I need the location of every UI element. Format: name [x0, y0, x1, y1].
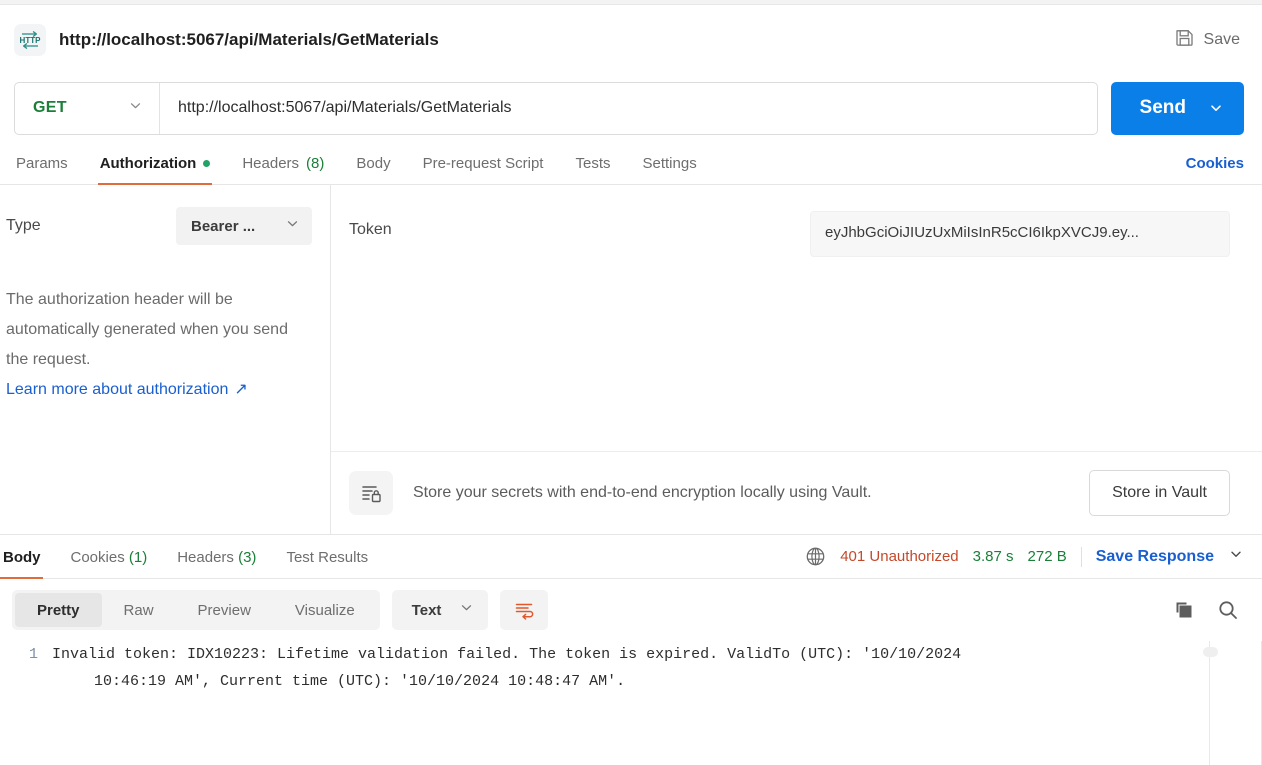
authorization-note-text: The authorization header will be automat… — [6, 291, 288, 368]
response-tab-headers-count: (3) — [238, 549, 257, 566]
vault-banner: Store your secrets with end-to-end encry… — [331, 452, 1262, 534]
response-body-toolbar: Pretty Raw Preview Visualize Text — [0, 579, 1262, 641]
view-visualize-button[interactable]: Visualize — [273, 593, 377, 627]
request-title-bar: HTTP http://localhost:5067/api/Materials… — [0, 5, 1262, 75]
token-row: Token eyJhbGciOiJIUzUxMiIsInR5cCI6IkpXVC… — [331, 185, 1262, 257]
line-number: 1 — [28, 646, 38, 663]
tab-headers-count: (8) — [306, 155, 325, 172]
vault-lock-icon — [349, 471, 393, 515]
chevron-down-icon — [459, 600, 474, 620]
view-pretty-button[interactable]: Pretty — [15, 593, 102, 627]
response-body-content[interactable]: Invalid token: IDX10223: Lifetime valida… — [52, 641, 1262, 765]
tab-headers-label: Headers — [242, 155, 300, 172]
response-tab-cookies[interactable]: Cookies (1) — [56, 549, 163, 578]
response-tabs: Body Cookies (1) Headers (3) Test Result… — [0, 535, 1262, 579]
url-bar: GET — [14, 81, 1098, 135]
url-bar-row: GET Send — [0, 75, 1262, 141]
response-view-segmented-control: Pretty Raw Preview Visualize — [12, 590, 380, 630]
url-input[interactable] — [160, 82, 1097, 134]
tab-pre-request-script-label: Pre-request Script — [422, 155, 544, 172]
meta-divider — [1080, 546, 1082, 567]
save-response-chevron-down-icon[interactable] — [1228, 546, 1244, 567]
authorization-active-dot-icon — [203, 160, 211, 167]
tab-body[interactable]: Body — [340, 155, 406, 184]
send-options-chevron-down-icon[interactable] — [1208, 100, 1240, 116]
response-tab-body-label: Body — [3, 549, 41, 566]
response-tab-cookies-count: (1) — [128, 549, 148, 566]
save-button-label: Save — [1203, 31, 1240, 48]
response-format-select[interactable]: Text — [391, 590, 489, 630]
authorization-type-pane: Type Bearer ... The authorization header… — [0, 185, 331, 534]
response-tab-test-results-label: Test Results — [286, 549, 369, 566]
vault-description: Store your secrets with end-to-end encry… — [413, 484, 872, 501]
view-raw-button[interactable]: Raw — [102, 593, 176, 627]
tab-authorization-label: Authorization — [99, 155, 197, 172]
copy-to-clipboard-button[interactable] — [1168, 594, 1200, 626]
chevron-down-icon — [285, 216, 300, 236]
tab-pre-request-script[interactable]: Pre-request Script — [407, 155, 560, 184]
response-body-line-1: Invalid token: IDX10223: Lifetime valida… — [52, 646, 962, 663]
response-tab-body[interactable]: Body — [0, 549, 56, 579]
send-button[interactable]: Send — [1111, 97, 1208, 119]
token-label: Token — [349, 221, 392, 238]
response-time: 3.87 s — [972, 548, 1014, 565]
request-tabs: Params Authorization Headers (8) Body Pr… — [0, 141, 1262, 185]
learn-more-label: Learn more about authorization — [6, 381, 229, 398]
view-preview-button[interactable]: Preview — [176, 593, 273, 627]
authorization-type-value: Bearer ... — [191, 217, 256, 235]
authorization-type-row: Type Bearer ... — [0, 207, 312, 245]
external-link-arrow-icon: ↗ — [234, 381, 248, 398]
send-button-group[interactable]: Send — [1110, 81, 1244, 135]
globe-icon[interactable] — [805, 546, 826, 567]
response-size: 272 B — [1027, 548, 1067, 565]
authorization-note: The authorization header will be automat… — [0, 285, 305, 405]
response-tab-headers[interactable]: Headers (3) — [162, 549, 271, 578]
token-input[interactable]: eyJhbGciOiJIUzUxMiIsInR5cCI6IkpXVCJ9.ey.… — [810, 211, 1230, 257]
word-wrap-toggle-button[interactable] — [500, 590, 549, 630]
tab-tests[interactable]: Tests — [559, 155, 626, 184]
tab-params[interactable]: Params — [0, 155, 84, 184]
line-number-gutter: 1 — [12, 641, 52, 765]
authorization-panel: Type Bearer ... The authorization header… — [0, 185, 1262, 535]
response-meta: 401 Unauthorized 3.87 s 272 B Save Respo… — [805, 546, 1244, 578]
response-tab-test-results[interactable]: Test Results — [271, 549, 383, 578]
http-method-label: GET — [33, 99, 67, 116]
tab-tests-label: Tests — [575, 155, 611, 172]
cookies-link[interactable]: Cookies — [1170, 155, 1244, 184]
tab-settings[interactable]: Settings — [627, 155, 713, 184]
response-status-code: 401 Unauthorized — [840, 548, 959, 565]
tab-authorization[interactable]: Authorization — [84, 155, 227, 185]
postman-request-window: HTTP http://localhost:5067/api/Materials… — [0, 0, 1262, 765]
response-tab-headers-label: Headers — [177, 549, 234, 566]
save-response-button[interactable]: Save Response — [1096, 548, 1214, 566]
tab-body-label: Body — [356, 155, 391, 172]
response-format-value: Text — [411, 601, 442, 619]
response-tab-cookies-label: Cookies — [70, 549, 125, 566]
vertical-scrollbar-thumb[interactable] — [1203, 647, 1218, 657]
http-method-select[interactable]: GET — [15, 82, 160, 134]
tab-headers[interactable]: Headers (8) — [226, 155, 340, 184]
authorization-type-label: Type — [6, 217, 41, 234]
authorization-type-select[interactable]: Bearer ... — [176, 207, 312, 245]
search-icon — [1219, 601, 1237, 619]
save-button[interactable]: Save — [1170, 21, 1244, 59]
chevron-down-icon — [128, 98, 143, 118]
response-body-right-rail — [1209, 641, 1210, 765]
svg-text:HTTP: HTTP — [20, 36, 41, 45]
request-title: http://localhost:5067/api/Materials/GetM… — [59, 30, 439, 49]
word-wrap-icon — [516, 603, 534, 620]
save-icon — [1174, 27, 1195, 53]
search-response-button[interactable] — [1212, 594, 1244, 626]
authorization-token-pane: Token eyJhbGciOiJIUzUxMiIsInR5cCI6IkpXVC… — [331, 185, 1262, 534]
http-protocol-icon: HTTP — [14, 24, 46, 56]
response-body-line-2: 10:46:19 AM', Current time (UTC): '10/10… — [94, 673, 626, 690]
tab-settings-label: Settings — [642, 155, 697, 172]
response-body-viewer: 1 Invalid token: IDX10223: Lifetime vali… — [0, 641, 1262, 765]
store-in-vault-button[interactable]: Store in Vault — [1089, 470, 1230, 516]
learn-more-authorization-link[interactable]: Learn more about authorization ↗ — [6, 375, 248, 405]
tab-params-label: Params — [16, 155, 68, 172]
copy-icon — [1176, 602, 1192, 618]
